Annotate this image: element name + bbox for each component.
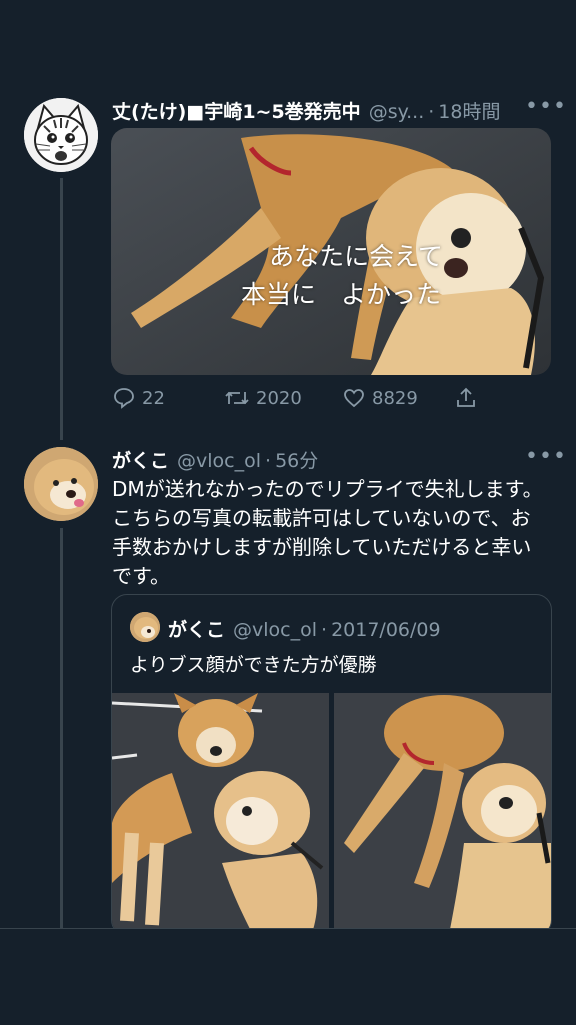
thread-line bbox=[60, 178, 63, 440]
quote-author-handle[interactable]: @vloc_ol bbox=[233, 619, 317, 641]
quote-text: よりブス顔ができた方が優勝 bbox=[130, 654, 377, 676]
caption-line-1: あなたに会えて bbox=[269, 242, 443, 271]
reply-icon bbox=[114, 388, 134, 409]
separator-dot: · bbox=[428, 101, 435, 123]
timestamp[interactable]: 56分 bbox=[275, 446, 318, 473]
author-name[interactable]: がくこ bbox=[112, 446, 169, 473]
dogs-photo-image bbox=[112, 693, 329, 935]
quote-date[interactable]: 2017/06/09 bbox=[331, 619, 441, 641]
author-handle[interactable]: @sy... bbox=[369, 101, 425, 123]
quote-avatar[interactable] bbox=[130, 612, 160, 642]
retweet-icon bbox=[225, 391, 249, 405]
tweet-text-line: こちらの写真の転載許可はしていないので、お bbox=[112, 506, 531, 530]
dog-photo-icon bbox=[130, 612, 160, 642]
status-bar-area bbox=[0, 0, 576, 92]
tweet-text-line: DMが送れなかったのでリプライで失礼します。 bbox=[112, 477, 543, 501]
tweet-actions: 22 2020 8829 bbox=[112, 386, 492, 410]
heart-icon bbox=[344, 389, 364, 408]
quote-image-right[interactable] bbox=[334, 693, 551, 935]
quote-author-name[interactable]: がくこ bbox=[168, 615, 225, 642]
author-name[interactable]: 丈(たけ)■宇崎1~5巻発売中 bbox=[112, 97, 361, 124]
retweet-button[interactable]: 2020 bbox=[224, 386, 342, 410]
reply-count: 22 bbox=[142, 387, 165, 409]
bottom-bar-area bbox=[0, 928, 576, 1025]
caption-line-2: 本当に よかった bbox=[240, 280, 441, 309]
tweet-text-line: 手数おかけしますが削除していただけると幸い bbox=[112, 535, 532, 559]
like-button[interactable]: 8829 bbox=[342, 386, 454, 410]
quote-image-left[interactable] bbox=[112, 693, 329, 935]
separator-dot: · bbox=[265, 450, 272, 472]
cat-drawing-icon bbox=[24, 98, 98, 172]
retweet-count: 2020 bbox=[256, 387, 302, 409]
share-icon bbox=[457, 387, 475, 407]
author-handle[interactable]: @vloc_ol bbox=[177, 450, 261, 472]
tweet-header: がくこ @vloc_ol · 56分 bbox=[112, 446, 318, 473]
tweet-header: 丈(たけ)■宇崎1~5巻発売中 @sy... · 18時間 bbox=[112, 97, 524, 124]
more-options-icon[interactable]: ••• bbox=[525, 444, 567, 469]
tweet-image[interactable]: あなたに会えて 本当に よかった bbox=[111, 128, 551, 375]
share-button[interactable] bbox=[454, 386, 484, 410]
timestamp[interactable]: 18時間 bbox=[438, 97, 500, 124]
thread-line bbox=[60, 528, 63, 928]
separator-dot: · bbox=[321, 619, 328, 641]
more-options-icon[interactable]: ••• bbox=[525, 94, 567, 119]
quote-header: がくこ @vloc_ol · 2017/06/09 bbox=[168, 615, 441, 642]
dogs-photo-image bbox=[334, 693, 551, 935]
avatar-cat[interactable] bbox=[24, 98, 98, 172]
dog-photo-icon bbox=[24, 447, 98, 521]
tweet-text-line: です。 bbox=[112, 564, 170, 588]
tweet-text: DMが送れなかったのでリプライで失礼します。 こちらの写真の転載許可はしていない… bbox=[112, 475, 552, 591]
image-caption: あなたに会えて 本当に よかった bbox=[211, 238, 471, 314]
like-count: 8829 bbox=[372, 387, 418, 409]
avatar-dog[interactable] bbox=[24, 447, 98, 521]
reply-button[interactable]: 22 bbox=[112, 386, 224, 410]
quoted-tweet[interactable]: がくこ @vloc_ol · 2017/06/09 よりブス顔ができた方が優勝 bbox=[111, 594, 552, 936]
